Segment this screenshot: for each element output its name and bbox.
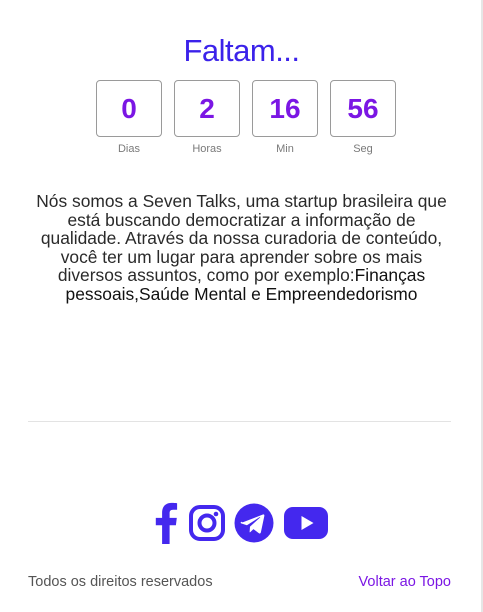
- countdown-timer: 0 Dias 2 Horas 16 Min 56 Seg: [96, 80, 396, 155]
- countdown-hours-label: Horas: [192, 143, 222, 155]
- youtube-icon[interactable]: [284, 507, 328, 544]
- footer-divider: [28, 421, 451, 422]
- countdown-seconds-label: Seg: [353, 143, 373, 155]
- countdown-days: 0 Dias: [96, 80, 162, 155]
- countdown-hours: 2 Horas: [174, 80, 240, 155]
- countdown-seconds-value: 56: [330, 80, 396, 137]
- about-description: Nós somos a Seven Talks, uma startup bra…: [34, 192, 449, 304]
- countdown-minutes-value: 16: [252, 80, 318, 137]
- social-links: [150, 502, 328, 549]
- countdown-title: Faltam...: [183, 33, 300, 68]
- countdown-minutes-label: Min: [276, 143, 294, 155]
- countdown-minutes: 16 Min: [252, 80, 318, 155]
- telegram-icon[interactable]: [234, 503, 274, 548]
- facebook-icon[interactable]: [150, 502, 180, 549]
- back-to-top-link[interactable]: Voltar ao Topo: [359, 574, 451, 590]
- countdown-days-label: Dias: [117, 143, 140, 155]
- instagram-icon[interactable]: [188, 504, 226, 547]
- countdown-hours-value: 2: [174, 80, 240, 137]
- countdown-seconds: 56 Seg: [330, 80, 396, 155]
- countdown-days-value: 0: [96, 80, 162, 137]
- copyright-text: Todos os direitos reservados: [28, 574, 213, 590]
